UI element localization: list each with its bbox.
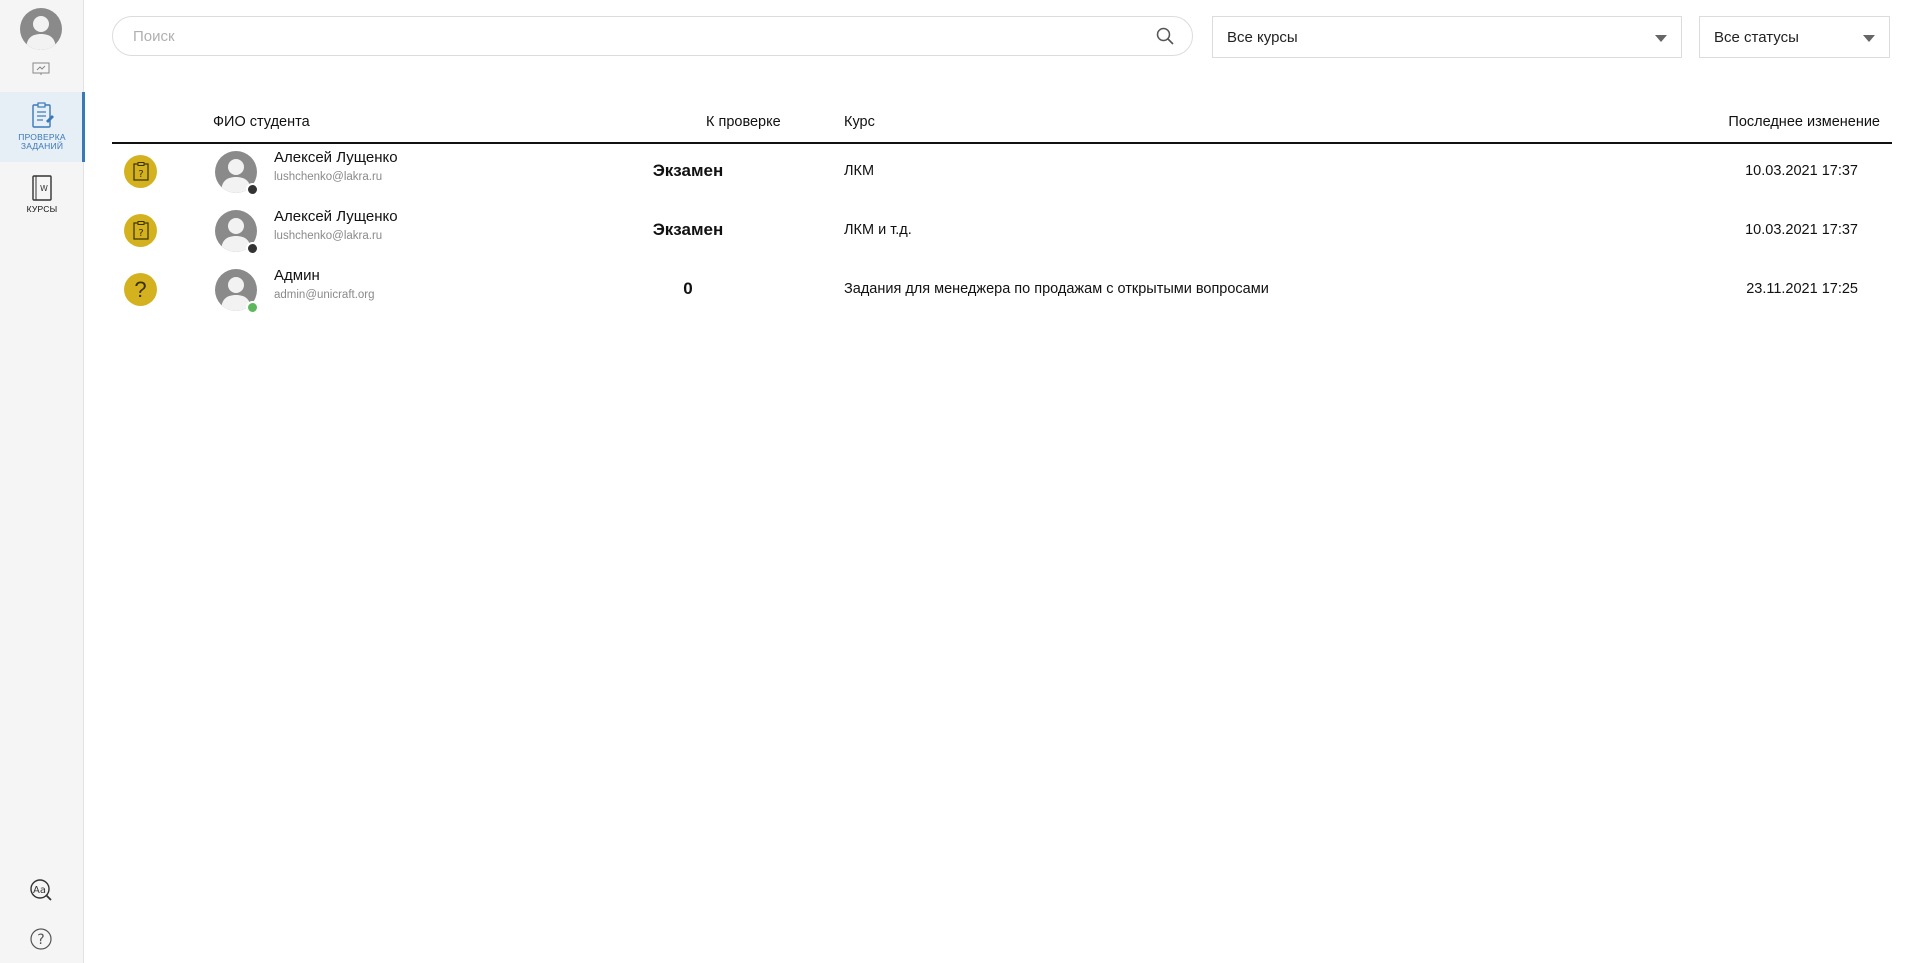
chevron-down-icon <box>1863 35 1875 42</box>
sidebar-item-label: КУРСЫ <box>26 204 58 214</box>
svg-text:?: ? <box>138 228 143 239</box>
column-header-student[interactable]: ФИО студента <box>213 114 310 130</box>
student-name[interactable]: Админ <box>274 267 320 284</box>
last-modified: 23.11.2021 17:25 <box>1746 281 1858 297</box>
chevron-down-icon <box>1655 35 1667 42</box>
sidebar: ПРОВЕРКА ЗАДАНИЙ W КУРСЫ Aa ? <box>0 0 85 963</box>
column-header-modified[interactable]: Последнее изменение <box>1728 114 1880 130</box>
status-select[interactable]: Все статусы <box>1699 16 1890 58</box>
exam-document-icon: ? <box>133 162 149 181</box>
course-name: ЛКМ <box>844 163 875 179</box>
student-email: lushchenko@lakra.ru <box>274 171 383 183</box>
course-select[interactable]: Все курсы <box>1212 16 1682 58</box>
search-box <box>112 16 1193 56</box>
status-badge: ? <box>124 273 157 306</box>
user-avatar[interactable] <box>20 8 62 50</box>
column-header-course[interactable]: Курс <box>844 114 875 130</box>
student-email: lushchenko@lakra.ru <box>274 230 383 242</box>
table-header: ФИО студента К проверке Курс Последнее и… <box>112 108 1892 144</box>
status-select-value: Все статусы <box>1714 29 1799 46</box>
sidebar-item-courses[interactable]: W КУРСЫ <box>0 174 84 222</box>
avatar-person-icon <box>26 16 56 50</box>
table-row[interactable]: ? Алексей Лущенко lushchenko@lakra.ru Эк… <box>112 143 1892 201</box>
table-row[interactable]: ? Админ admin@unicraft.org 0 Задания для… <box>112 261 1892 319</box>
svg-text:W: W <box>40 184 48 193</box>
question-icon: ? <box>134 277 147 302</box>
presentation-icon[interactable] <box>32 62 50 76</box>
svg-text:?: ? <box>138 169 143 180</box>
column-header-review[interactable]: К проверке <box>706 114 781 130</box>
offline-status-dot <box>246 242 259 255</box>
status-badge: ? <box>124 155 157 188</box>
font-settings-icon[interactable]: Aa <box>29 878 53 902</box>
review-status: Экзамен <box>652 220 724 239</box>
student-email: admin@unicraft.org <box>274 289 375 301</box>
search-icon[interactable] <box>1156 27 1174 45</box>
student-name[interactable]: Алексей Лущенко <box>274 208 398 225</box>
exam-document-icon: ? <box>133 221 149 240</box>
svg-text:?: ? <box>37 932 44 948</box>
last-modified: 10.03.2021 17:37 <box>1745 163 1858 179</box>
sidebar-item-label: ЗАДАНИЙ <box>20 141 64 151</box>
student-name[interactable]: Алексей Лущенко <box>274 149 398 166</box>
offline-status-dot <box>246 183 259 196</box>
course-name: ЛКМ и т.д. <box>844 222 912 238</box>
review-status: Экзамен <box>652 161 724 180</box>
course-name: Задания для менеджера по продажам с откр… <box>844 281 1269 297</box>
svg-text:Aa: Aa <box>33 885 46 896</box>
course-select-value: Все курсы <box>1227 29 1298 46</box>
help-icon[interactable]: ? <box>29 927 53 951</box>
search-input[interactable] <box>133 17 1133 55</box>
online-status-dot <box>246 301 259 314</box>
sidebar-item-task-review[interactable]: ПРОВЕРКА ЗАДАНИЙ <box>0 92 85 162</box>
status-badge: ? <box>124 214 157 247</box>
task-review-icon <box>32 102 54 128</box>
last-modified: 10.03.2021 17:37 <box>1745 222 1858 238</box>
table-row[interactable]: ? Алексей Лущенко lushchenko@lakra.ru Эк… <box>112 202 1892 260</box>
review-status: 0 <box>683 279 693 298</box>
courses-book-icon: W <box>32 175 52 201</box>
